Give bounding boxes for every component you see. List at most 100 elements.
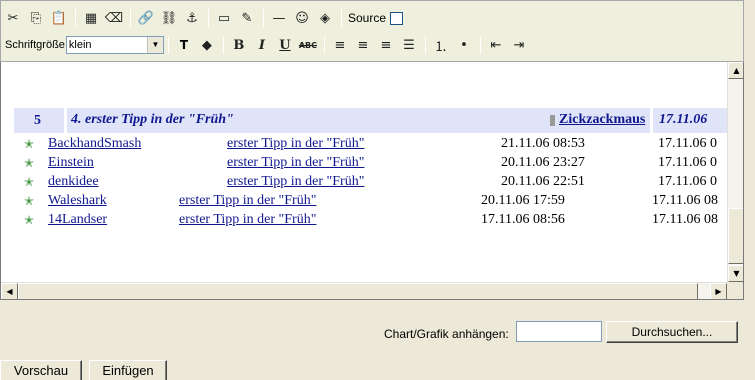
- reply-author-link[interactable]: Einstein: [48, 155, 94, 171]
- scrollbar-corner: [727, 282, 743, 299]
- reply-author-link[interactable]: Waleshark: [48, 193, 107, 209]
- link-icon[interactable]: 🔗: [135, 7, 157, 29]
- user-icon: [550, 115, 555, 126]
- source-checkbox[interactable]: [390, 11, 404, 25]
- template-icon[interactable]: ▭: [213, 7, 235, 29]
- outdent-icon[interactable]: ⇤: [485, 34, 507, 56]
- font-size-select[interactable]: klein ▼: [65, 36, 164, 54]
- browse-button[interactable]: Durchsuchen...: [606, 321, 738, 343]
- toolbar-separator: [424, 36, 426, 54]
- special-char-icon[interactable]: ◈: [314, 7, 336, 29]
- reply-subject-link[interactable]: erster Tipp in der "Früh": [227, 136, 364, 152]
- star-icon: ✭: [24, 156, 35, 170]
- attachment-file-input[interactable]: [516, 321, 602, 342]
- star-icon: ✭: [24, 194, 35, 208]
- thread-title: 4. erster Tipp in der "Früh": [71, 112, 234, 127]
- list-item: ✭ Einstein erster Tipp in der "Früh" 20.…: [1, 155, 727, 173]
- reply-date: 20.11.06 22:51: [501, 174, 585, 189]
- anchor-icon[interactable]: ⚓: [181, 7, 203, 29]
- reply-author-link[interactable]: denkidee: [48, 174, 99, 190]
- cut-icon[interactable]: ✂: [2, 7, 24, 29]
- reply-thread-date: 17.11.06 08: [652, 193, 718, 208]
- table-icon[interactable]: ▦: [80, 7, 102, 29]
- smiley-icon[interactable]: ☺: [291, 7, 313, 29]
- star-icon: ✭: [24, 213, 35, 227]
- italic-button[interactable]: I: [251, 34, 273, 56]
- preview-button[interactable]: Vorschau: [0, 360, 82, 380]
- strikethrough-button[interactable]: ABC: [297, 34, 319, 56]
- bold-button[interactable]: B: [228, 34, 250, 56]
- reply-thread-date: 17.11.06 0: [658, 136, 717, 151]
- align-left-icon[interactable]: ≡: [329, 34, 351, 56]
- star-icon: ✭: [24, 137, 35, 151]
- list-item: ✭ BackhandSmash erster Tipp in der "Früh…: [1, 136, 727, 154]
- list-item: ✭ denkidee erster Tipp in der "Früh" 20.…: [1, 174, 727, 192]
- vertical-scroll-thumb[interactable]: [728, 208, 743, 264]
- copy-icon[interactable]: ⎘: [25, 7, 47, 29]
- horizontal-scrollbar[interactable]: ◀ ▶: [1, 282, 727, 299]
- reply-subject-link[interactable]: erster Tipp in der "Früh": [227, 155, 364, 171]
- reply-thread-date: 17.11.06 0: [658, 174, 717, 189]
- editor-area[interactable]: 5 4. erster Tipp in der "Früh" Zickzackm…: [0, 62, 744, 300]
- star-icon: ✭: [24, 175, 35, 189]
- align-right-icon[interactable]: ≡: [375, 34, 397, 56]
- horizontal-scroll-thumb[interactable]: [18, 283, 698, 299]
- scroll-down-icon[interactable]: ▼: [728, 265, 743, 282]
- unordered-list-icon[interactable]: •: [453, 34, 475, 56]
- toolbar-separator: [208, 9, 209, 27]
- ordered-list-icon[interactable]: ⒈: [430, 34, 452, 56]
- toolbar-separator: [323, 36, 325, 54]
- reply-subject-link[interactable]: erster Tipp in der "Früh": [227, 174, 364, 190]
- indent-icon[interactable]: ⇥: [508, 34, 530, 56]
- toolbar-row-1: ✂ ⎘ 📋 ▦ ⌫ 🔗 ⛓ ⚓ ▭ ✎ — ☺ ◈ Source: [2, 5, 404, 31]
- reply-date: 21.11.06 08:53: [501, 136, 585, 151]
- align-justify-icon[interactable]: ☰: [398, 34, 420, 56]
- reply-date: 20.11.06 17:59: [481, 193, 565, 208]
- reply-author-link[interactable]: 14Landser: [48, 212, 107, 228]
- align-center-icon[interactable]: ≡: [352, 34, 374, 56]
- divider: [650, 108, 653, 133]
- list-item: ✭ 14Landser erster Tipp in der "Früh" 17…: [1, 212, 727, 230]
- editor-toolbar: ✂ ⎘ 📋 ▦ ⌫ 🔗 ⛓ ⚓ ▭ ✎ — ☺ ◈ Source Schrift…: [0, 0, 744, 62]
- chevron-down-icon[interactable]: ▼: [146, 37, 163, 53]
- reply-thread-date: 17.11.06 08: [652, 212, 718, 227]
- font-size-value: klein: [68, 39, 92, 51]
- toolbar-separator: [479, 36, 481, 54]
- edit-icon[interactable]: ✎: [236, 7, 258, 29]
- list-item: ✭ Waleshark erster Tipp in der "Früh" 20…: [1, 193, 727, 211]
- reply-date: 17.11.06 08:56: [481, 212, 565, 227]
- thread-user-link[interactable]: Zickzackmaus: [559, 112, 645, 128]
- vertical-scrollbar[interactable]: ▲ ▼: [727, 62, 743, 282]
- toolbar-row-2: Schriftgröße klein ▼ T ◆ B I U ABC ≡ ≡ ≡…: [2, 32, 531, 58]
- divider: [64, 108, 67, 133]
- toolbar-separator: [341, 9, 342, 27]
- toolbar-separator: [167, 36, 169, 54]
- thread-date: 17.11.06: [659, 112, 708, 127]
- scroll-right-icon[interactable]: ▶: [710, 283, 727, 299]
- scroll-up-icon[interactable]: ▲: [728, 62, 743, 79]
- insert-button[interactable]: Einfügen: [89, 360, 167, 380]
- toolbar-separator: [75, 9, 76, 27]
- scroll-left-icon[interactable]: ◀: [1, 283, 18, 299]
- thread-row: 5 4. erster Tipp in der "Früh" Zickzackm…: [14, 108, 727, 133]
- eraser-icon[interactable]: ⌫: [103, 7, 125, 29]
- font-size-label: Schriftgröße: [5, 39, 65, 51]
- reply-subject-link[interactable]: erster Tipp in der "Früh": [179, 212, 316, 228]
- unlink-icon[interactable]: ⛓: [158, 7, 180, 29]
- attachment-label: Chart/Grafik anhängen:: [384, 327, 509, 341]
- paste-icon[interactable]: 📋: [48, 7, 70, 29]
- reply-author-link[interactable]: BackhandSmash: [48, 136, 141, 152]
- text-color-icon[interactable]: T: [173, 34, 195, 56]
- reply-thread-date: 17.11.06 0: [658, 155, 717, 170]
- editor-content[interactable]: 5 4. erster Tipp in der "Früh" Zickzackm…: [1, 62, 727, 282]
- toolbar-separator: [263, 9, 264, 27]
- underline-button[interactable]: U: [274, 34, 296, 56]
- thread-number: 5: [34, 113, 41, 128]
- background-color-icon[interactable]: ◆: [196, 34, 218, 56]
- reply-subject-link[interactable]: erster Tipp in der "Früh": [179, 193, 316, 209]
- horizontal-rule-icon[interactable]: —: [268, 7, 290, 29]
- toolbar-separator: [222, 36, 224, 54]
- toolbar-separator: [130, 9, 131, 27]
- reply-date: 20.11.06 23:27: [501, 155, 585, 170]
- source-label[interactable]: Source: [348, 11, 386, 25]
